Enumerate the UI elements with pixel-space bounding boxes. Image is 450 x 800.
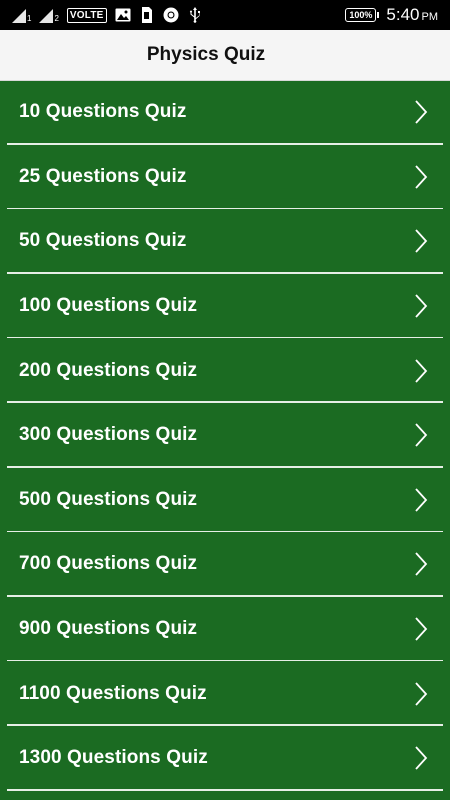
chrome-icon [163, 7, 179, 23]
quiz-list-item[interactable]: 10 Questions Quiz [0, 80, 450, 145]
quiz-list: 10 Questions Quiz 25 Questions Quiz 50 Que… [0, 80, 450, 791]
signal-icon [12, 9, 26, 23]
page-title: Physics Quiz [146, 44, 266, 65]
quiz-item-label: 200 Questions Quiz [19, 359, 198, 381]
quiz-list-item[interactable]: 500 Questions Quiz [0, 468, 450, 533]
sim1-number: 1 [27, 14, 32, 23]
quiz-item-label: 25 Questions Quiz [19, 165, 187, 187]
status-bar: 1 2 VOLTE 100% 5:40 PM [0, 0, 450, 30]
chevron-right-icon [415, 423, 428, 447]
quiz-list-item[interactable]: 300 Questions Quiz [0, 403, 450, 468]
quiz-item-label: 700 Questions Quiz [19, 553, 198, 575]
chevron-right-icon [415, 359, 428, 383]
chevron-right-icon [415, 488, 428, 512]
chevron-right-icon [415, 229, 428, 254]
volte-badge: VOLTE [66, 7, 107, 23]
quiz-list-item[interactable]: 1100 Questions Quiz [0, 661, 450, 726]
quiz-list-item[interactable]: 700 Questions Quiz [0, 532, 450, 597]
chevron-right-icon [415, 552, 428, 577]
quiz-list-item[interactable]: 1300 Questions Quiz [0, 726, 450, 791]
quiz-item-label: 1100 Questions Quiz [19, 682, 207, 704]
status-left: 1 2 VOLTE [12, 6, 203, 24]
signal-sim1: 1 [12, 7, 31, 23]
quiz-list-item[interactable]: 100 Questions Quiz [0, 274, 450, 339]
sim2-number: 2 [54, 14, 59, 23]
signal-sim2: 2 [39, 7, 59, 23]
image-icon [115, 7, 131, 23]
quiz-list-item[interactable]: 25 Questions Quiz [0, 145, 450, 210]
status-right: 100% 5:40 PM [345, 4, 438, 26]
quiz-item-label: 900 Questions Quiz [19, 618, 198, 640]
chevron-right-icon [415, 165, 428, 189]
quiz-list-item[interactable]: 50 Questions Quiz [0, 209, 450, 274]
app-bar: Physics Quiz [0, 30, 450, 81]
clock-time: 5:40 [386, 5, 420, 24]
chevron-right-icon [415, 617, 428, 641]
chevron-right-icon [415, 294, 428, 318]
clock-ampm: PM [421, 11, 439, 23]
signal-icon [39, 9, 54, 23]
sim-card-icon [139, 7, 155, 23]
quiz-item-label: 100 Questions Quiz [19, 295, 198, 317]
quiz-item-label: 300 Questions Quiz [19, 424, 198, 446]
chevron-right-icon [415, 100, 428, 124]
clock: 5:40 PM [386, 5, 438, 25]
chevron-right-icon [415, 682, 428, 706]
quiz-item-label: 1300 Questions Quiz [19, 747, 208, 769]
battery-indicator: 100% [345, 8, 380, 22]
usb-icon [187, 7, 203, 23]
quiz-list-item[interactable]: 900 Questions Quiz [0, 597, 450, 662]
quiz-item-label: 500 Questions Quiz [19, 488, 198, 510]
quiz-item-label: 50 Questions Quiz [19, 230, 187, 252]
quiz-list-item[interactable]: 200 Questions Quiz [0, 338, 450, 403]
chevron-right-icon [415, 746, 428, 770]
quiz-item-label: 10 Questions Quiz [19, 101, 187, 123]
